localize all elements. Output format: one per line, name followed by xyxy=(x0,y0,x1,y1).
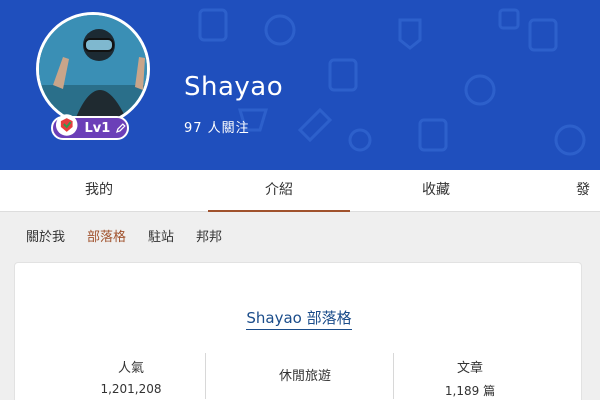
stat-articles: 文章 1,189 篇 xyxy=(395,357,545,400)
tab-collect[interactable]: 收藏 xyxy=(394,170,478,212)
stat-category[interactable]: 休閒旅遊 xyxy=(215,365,395,400)
tab-publish[interactable]: 發 xyxy=(576,170,600,212)
level-emblem-icon xyxy=(55,114,78,136)
stat-divider xyxy=(205,353,206,399)
diver-photo xyxy=(39,15,147,123)
popularity-label: 人氣 xyxy=(117,361,144,376)
active-tab-indicator xyxy=(208,210,350,212)
articles-label: 文章 xyxy=(456,361,483,376)
subnav-help[interactable]: 邦邦 xyxy=(196,226,222,248)
stat-divider xyxy=(393,353,394,399)
stat-popularity: 人氣 1,201,208 xyxy=(61,357,201,400)
tab-intro-label: 介紹 xyxy=(265,182,293,198)
user-name: Shayao xyxy=(184,72,284,102)
sub-navigation: 關於我 部落格 駐站 邦邦 xyxy=(26,226,244,248)
followers-count[interactable]: 97 人關注 xyxy=(184,117,250,136)
tab-mine[interactable]: 我的 xyxy=(58,170,140,212)
blog-title-link[interactable]: Shayao 部落格 xyxy=(15,307,583,330)
level-badge[interactable]: Lv1 xyxy=(51,114,129,140)
popularity-value: 1,201,208 xyxy=(100,382,162,396)
avatar[interactable] xyxy=(36,12,150,126)
articles-value: 1,189 篇 xyxy=(444,384,496,398)
tab-intro[interactable]: 介紹 xyxy=(208,170,350,212)
profile-banner: Lv1 Shayao 97 人關注 xyxy=(0,0,600,170)
blog-title: Shayao 部落格 xyxy=(246,309,352,330)
pencil-icon[interactable] xyxy=(115,122,127,134)
level-label: Lv1 xyxy=(84,120,111,136)
subnav-blog[interactable]: 部落格 xyxy=(87,226,126,248)
blog-card: Shayao 部落格 人氣 1,201,208 休閒旅遊 文章 1,189 篇 xyxy=(14,262,582,400)
profile-tabs: 我的 介紹 收藏 發 xyxy=(0,170,600,212)
subnav-station[interactable]: 駐站 xyxy=(148,226,174,248)
subnav-about[interactable]: 關於我 xyxy=(26,226,65,248)
category-value: 休閒旅遊 xyxy=(278,369,331,384)
